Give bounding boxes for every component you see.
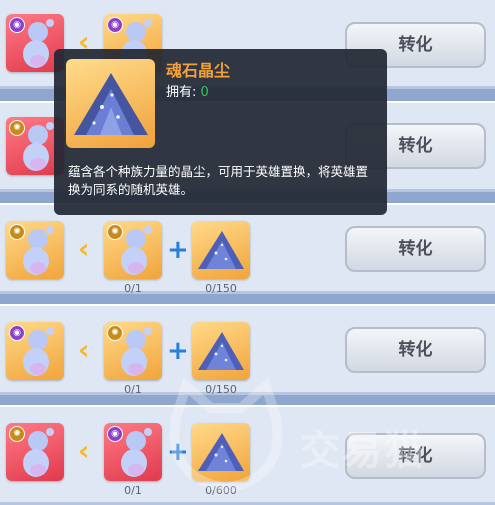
plus-icon: + bbox=[167, 235, 189, 265]
item-tooltip: 魂石晶尘 拥有: 0 蕴含各个种族力量的晶尘，可用于英雄置换，将英雄置换为同系的… bbox=[54, 49, 387, 215]
source-hero-portrait[interactable]: ✺ bbox=[6, 221, 64, 279]
faction-badge-icon: ◉ bbox=[9, 325, 25, 341]
dust-count: 0/150 bbox=[205, 282, 237, 295]
tooltip-owned: 拥有: 0 bbox=[166, 81, 209, 100]
faction-badge-icon: ✺ bbox=[9, 426, 25, 442]
tooltip-description: 蕴含各个种族力量的晶尘，可用于英雄置换，将英雄置换为同系的随机英雄。 bbox=[68, 164, 369, 197]
faction-badge-icon: ✺ bbox=[9, 120, 25, 136]
faction-badge-icon: ◉ bbox=[9, 17, 25, 33]
faction-badge-icon: ◉ bbox=[107, 426, 123, 442]
source-hero-portrait[interactable]: ✺ bbox=[6, 423, 64, 481]
soulstone-dust-item[interactable] bbox=[192, 221, 250, 279]
faction-badge-icon: ◉ bbox=[107, 17, 123, 33]
soulstone-dust-icon bbox=[74, 73, 148, 135]
target-hero-portrait[interactable]: ✺ bbox=[104, 322, 162, 380]
conversion-row: ✺ ‹ ✺ 0/1 + 0/150 转化 bbox=[0, 203, 495, 295]
arrow-left-icon: ‹ bbox=[78, 232, 90, 265]
convert-button[interactable]: 转化 bbox=[345, 226, 486, 272]
soulstone-dust-item[interactable] bbox=[192, 322, 250, 380]
convert-button[interactable]: 转化 bbox=[345, 327, 486, 373]
faction-badge-icon: ✺ bbox=[107, 325, 123, 341]
hero-count: 0/1 bbox=[124, 282, 142, 295]
soulstone-dust-icon bbox=[198, 231, 244, 269]
source-hero-portrait[interactable]: ◉ bbox=[6, 322, 64, 380]
owned-value: 0 bbox=[200, 85, 209, 100]
arrow-left-icon: ‹ bbox=[78, 333, 90, 366]
faction-badge-icon: ✺ bbox=[107, 224, 123, 240]
hero-count: 0/1 bbox=[124, 383, 142, 396]
target-hero-portrait[interactable]: ◉ bbox=[104, 423, 162, 481]
faction-badge-icon: ✺ bbox=[9, 224, 25, 240]
soulstone-dust-icon bbox=[198, 332, 244, 370]
owned-label: 拥有: bbox=[166, 85, 197, 100]
watermark-cat-logo-icon bbox=[169, 378, 283, 494]
tooltip-title: 魂石晶尘 bbox=[166, 61, 231, 80]
watermark-text: 交易猫 bbox=[300, 428, 426, 474]
target-hero-portrait[interactable]: ✺ bbox=[104, 221, 162, 279]
plus-icon: + bbox=[167, 336, 189, 366]
arrow-left-icon: ‹ bbox=[78, 434, 90, 467]
hero-count: 0/1 bbox=[124, 484, 142, 497]
tooltip-item-frame bbox=[66, 59, 155, 148]
